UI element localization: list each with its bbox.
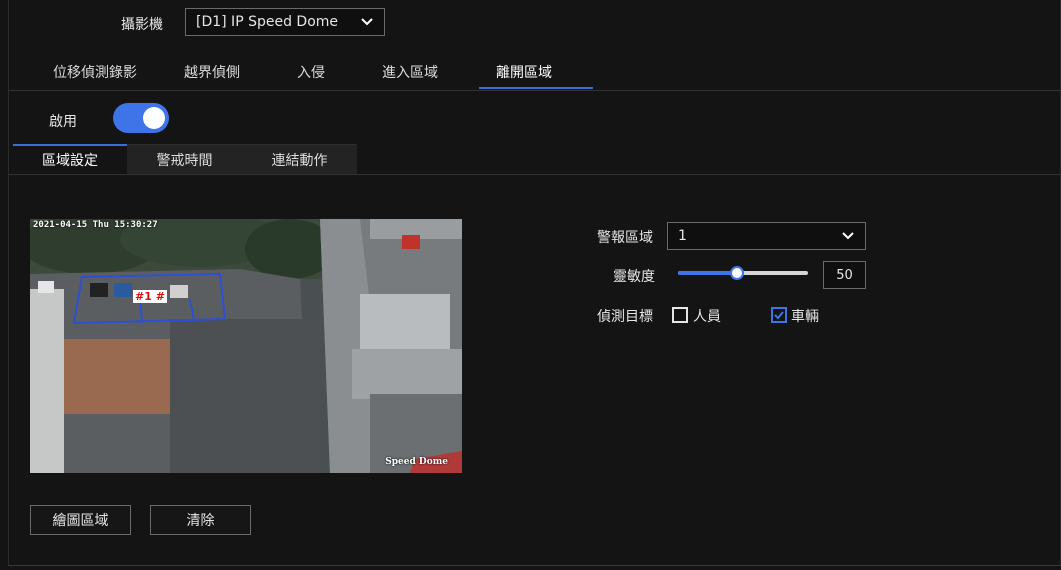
toggle-knob — [143, 107, 165, 129]
enable-label: 啟用 — [49, 114, 77, 130]
camera-select-value: [D1] IP Speed Dome — [196, 14, 339, 30]
sub-tabs: 區域設定 警戒時間 連結動作 — [9, 144, 1061, 175]
alarm-area-label: 警報區域 — [597, 230, 653, 246]
detect-target-label: 偵測目標 — [597, 309, 653, 325]
clear-button[interactable]: 清除 — [150, 505, 251, 535]
alarm-area-value: 1 — [678, 228, 687, 244]
vehicle-label: 車輛 — [791, 309, 819, 325]
tab-line-crossing[interactable]: 越界偵側 — [184, 62, 240, 82]
tab-arming-schedule[interactable]: 警戒時間 — [127, 144, 242, 174]
camera-preview[interactable]: 2021-04-15 Thu 15:30:27 #1 # Speed Dome — [30, 219, 462, 473]
preview-scene — [30, 219, 462, 473]
vehicle-checkbox[interactable] — [771, 307, 787, 323]
detection-tabs: 位移偵測錄影 越界偵側 入侵 進入區域 離開區域 — [9, 60, 1061, 91]
sensitivity-handle[interactable] — [730, 266, 744, 280]
person-checkbox[interactable] — [672, 307, 688, 323]
tab-intrusion[interactable]: 入侵 — [297, 62, 325, 82]
camera-select[interactable]: [D1] IP Speed Dome — [185, 8, 385, 36]
preview-camera-name: Speed Dome — [385, 457, 448, 467]
tab-linkage-action[interactable]: 連結動作 — [242, 144, 357, 174]
chevron-down-icon — [361, 18, 373, 26]
draw-area-button[interactable]: 繪圖區域 — [30, 505, 131, 535]
settings-panel: 攝影機 [D1] IP Speed Dome 位移偵測錄影 越界偵側 入侵 進入… — [8, 0, 1061, 566]
preview-timestamp: 2021-04-15 Thu 15:30:27 — [33, 220, 158, 230]
tab-region-entrance[interactable]: 進入區域 — [382, 62, 438, 82]
active-tab-indicator — [479, 87, 593, 89]
enable-toggle[interactable] — [113, 103, 169, 133]
alarm-area-select[interactable]: 1 — [667, 222, 866, 250]
tab-region-exiting[interactable]: 離開區域 — [496, 62, 552, 82]
sensitivity-fill — [678, 271, 737, 275]
zone-label: #1 # — [133, 290, 167, 303]
check-icon — [774, 311, 784, 320]
tab-motion-recording[interactable]: 位移偵測錄影 — [53, 62, 137, 82]
tab-area-settings[interactable]: 區域設定 — [13, 144, 127, 174]
camera-label: 攝影機 — [121, 17, 163, 33]
sensitivity-label: 靈敏度 — [613, 269, 655, 285]
chevron-down-icon — [842, 232, 854, 240]
sensitivity-input[interactable]: 50 — [823, 261, 866, 289]
person-label: 人員 — [693, 309, 721, 325]
